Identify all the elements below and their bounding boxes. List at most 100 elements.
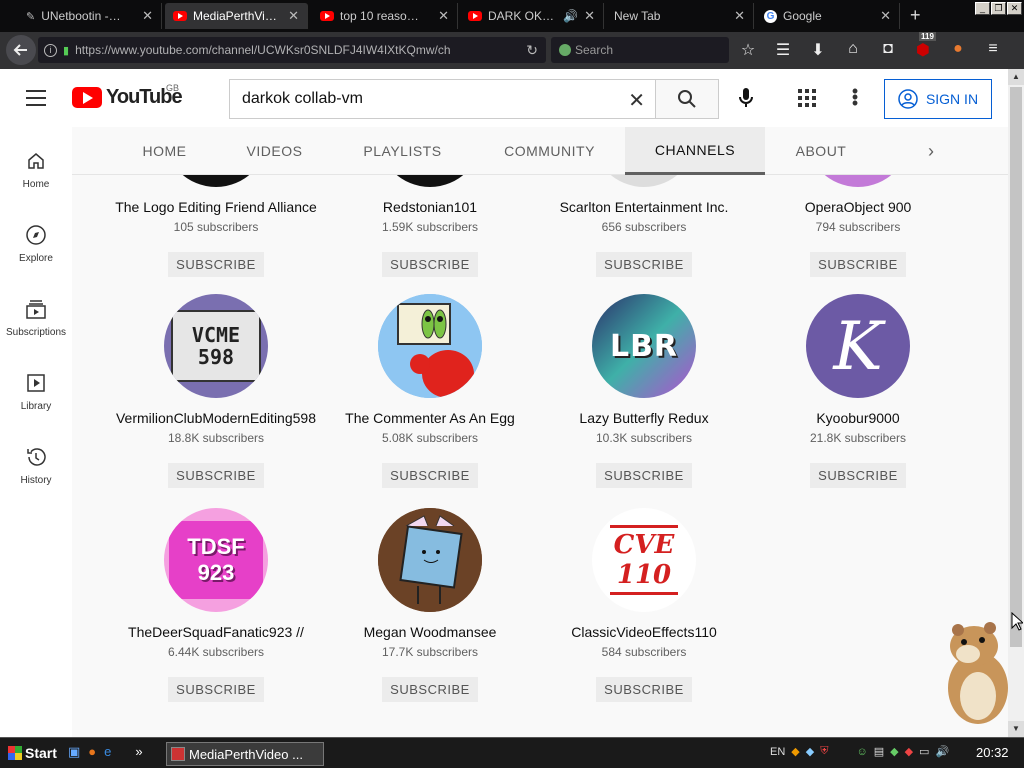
reload-icon[interactable]: ↻ <box>526 42 538 59</box>
channel-avatar[interactable] <box>592 175 696 187</box>
channel-name[interactable]: Scarlton Entertainment Inc. <box>537 197 751 217</box>
subscribe-button[interactable]: SUBSCRIBE <box>168 677 264 702</box>
back-arrow-icon[interactable] <box>6 35 36 65</box>
channel-avatar[interactable] <box>806 175 910 187</box>
browser-tab[interactable]: New Tab ✕ <box>606 3 754 29</box>
more-chevron-icon[interactable]: » <box>135 744 142 760</box>
reader-list-icon[interactable]: ☰ <box>773 40 793 60</box>
microphone-icon[interactable] <box>733 85 759 111</box>
menu-hamburger-icon[interactable]: ≡ <box>983 40 1003 60</box>
close-tab-icon[interactable]: ✕ <box>880 8 891 24</box>
clear-search-icon[interactable]: ✕ <box>628 88 645 113</box>
channel-name[interactable]: ClassicVideoEffects110 <box>537 622 751 642</box>
close-tab-icon[interactable]: ✕ <box>288 8 299 24</box>
network-icon[interactable]: ▤ <box>874 745 884 758</box>
channel-avatar[interactable]: K <box>806 294 910 398</box>
tray-app-icon[interactable]: ◆ <box>806 745 814 758</box>
address-bar[interactable]: i ▮ https://www.youtube.com/channel/UCWK… <box>38 37 546 63</box>
start-button[interactable]: Start <box>2 741 63 765</box>
subscribe-button[interactable]: SUBSCRIBE <box>596 252 692 277</box>
guide-menu-icon[interactable] <box>26 90 46 106</box>
subscribe-button[interactable]: SUBSCRIBE <box>810 463 906 488</box>
tab-community[interactable]: COMMUNITY <box>492 127 607 175</box>
firefox-icon[interactable]: ● <box>88 744 96 760</box>
channel-avatar[interactable] <box>378 175 482 187</box>
restore-icon[interactable]: ❐ <box>991 2 1006 15</box>
channel-avatar[interactable]: CVE 110 <box>592 508 696 612</box>
ublock-icon[interactable]: ⬢ 119 <box>913 32 936 60</box>
subscribe-button[interactable]: SUBSCRIBE <box>596 463 692 488</box>
channel-name[interactable]: The Logo Editing Friend Alliance <box>109 197 323 217</box>
subscribe-button[interactable]: SUBSCRIBE <box>168 252 264 277</box>
subscribe-button[interactable]: SUBSCRIBE <box>382 252 478 277</box>
user-icon[interactable]: ☺ <box>856 746 867 758</box>
channel-avatar[interactable]: TDSF 923 <box>164 508 268 612</box>
bookmark-star-icon[interactable]: ☆ <box>738 40 758 60</box>
language-indicator[interactable]: EN <box>770 746 785 758</box>
close-tab-icon[interactable]: ✕ <box>584 8 595 24</box>
search-bar[interactable]: Search <box>551 37 729 63</box>
channel-name[interactable]: Redstonian101 <box>323 197 537 217</box>
url-text[interactable]: https://www.youtube.com/channel/UCWKsr0S… <box>75 43 520 57</box>
scrollbar-thumb[interactable] <box>1010 87 1022 647</box>
tray-app-icon[interactable]: ◆ <box>890 745 898 758</box>
channel-avatar[interactable] <box>378 508 482 612</box>
search-button[interactable] <box>655 79 719 119</box>
search-input[interactable]: darkok collab-vm ✕ <box>229 79 656 119</box>
channel-avatar[interactable] <box>378 294 482 398</box>
monitor-icon[interactable]: ▭ <box>919 745 929 758</box>
subscribe-button[interactable]: SUBSCRIBE <box>168 463 264 488</box>
show-desktop-icon[interactable]: ▣ <box>68 744 80 760</box>
close-window-icon[interactable]: ✕ <box>1007 2 1022 15</box>
volume-icon[interactable]: 🔊 <box>935 745 949 758</box>
subscribe-button[interactable]: SUBSCRIBE <box>382 463 478 488</box>
channel-name[interactable]: OperaObject 900 <box>751 197 965 217</box>
browser-tab[interactable]: DARK OK… 🔊 ✕ <box>460 3 604 29</box>
tray-app-icon[interactable]: ◆ <box>905 745 913 758</box>
taskbar-window-button[interactable]: MediaPerthVideo ... <box>166 742 324 766</box>
speaker-icon[interactable]: 🔊 <box>563 9 578 23</box>
guide-item-library[interactable]: Library <box>0 371 72 412</box>
youtube-logo[interactable]: YouTube GB <box>72 83 183 109</box>
browser-tab-active[interactable]: MediaPerthVi… ✕ <box>165 3 308 29</box>
info-icon[interactable]: i <box>44 43 57 57</box>
channel-name[interactable]: The Commenter As An Egg <box>323 408 537 428</box>
download-icon[interactable]: ⬇ <box>808 40 828 60</box>
subscribe-button[interactable]: SUBSCRIBE <box>810 252 906 277</box>
apps-grid-icon[interactable] <box>798 89 816 107</box>
chevron-right-icon[interactable]: › <box>928 141 934 162</box>
home-icon[interactable]: ⌂ <box>843 40 863 60</box>
channel-name[interactable]: Lazy Butterfly Redux <box>537 408 751 428</box>
channel-name[interactable]: Kyoobur9000 <box>751 408 965 428</box>
subscribe-button[interactable]: SUBSCRIBE <box>382 677 478 702</box>
channel-name[interactable]: Megan Woodmansee <box>323 622 537 642</box>
settings-dots-icon[interactable]: • • • <box>848 82 862 112</box>
channel-avatar[interactable]: VCME 598 <box>164 294 268 398</box>
sign-in-button[interactable]: SIGN IN <box>884 79 992 119</box>
shield-icon[interactable]: ⛨ <box>820 745 828 758</box>
guide-item-explore[interactable]: Explore <box>0 223 72 264</box>
guide-item-home[interactable]: Home <box>0 149 72 190</box>
tab-channels[interactable]: CHANNELS <box>625 127 765 175</box>
subscribe-button[interactable]: SUBSCRIBE <box>596 677 692 702</box>
tab-about[interactable]: ABOUT <box>777 127 865 175</box>
channel-avatar[interactable]: LBR <box>592 294 696 398</box>
scroll-up-icon[interactable]: ▲ <box>1008 69 1024 85</box>
channel-name[interactable]: TheDeerSquadFanatic923 // <box>109 622 323 642</box>
internet-explorer-icon[interactable]: e <box>104 744 111 760</box>
tab-videos[interactable]: VIDEOS <box>222 127 327 175</box>
channel-avatar[interactable] <box>164 175 268 187</box>
guide-item-subscriptions[interactable]: Subscriptions <box>0 297 72 338</box>
pocket-icon[interactable]: ◘ <box>878 40 898 60</box>
close-tab-icon[interactable]: ✕ <box>734 8 745 24</box>
new-tab-icon[interactable]: + <box>910 5 921 26</box>
tab-home[interactable]: HOME <box>112 127 217 175</box>
browser-tab[interactable]: ✎ UNetbootin -… ✕ <box>18 3 162 29</box>
browser-tab[interactable]: G Google ✕ <box>756 3 900 29</box>
guide-item-history[interactable]: History <box>0 445 72 486</box>
minimize-icon[interactable]: _ <box>975 2 990 15</box>
extension-icon[interactable]: ● <box>948 40 968 60</box>
channel-name[interactable]: VermilionClubModernEditing598 <box>109 408 323 428</box>
close-tab-icon[interactable]: ✕ <box>142 8 153 24</box>
tab-playlists[interactable]: PLAYLISTS <box>340 127 465 175</box>
